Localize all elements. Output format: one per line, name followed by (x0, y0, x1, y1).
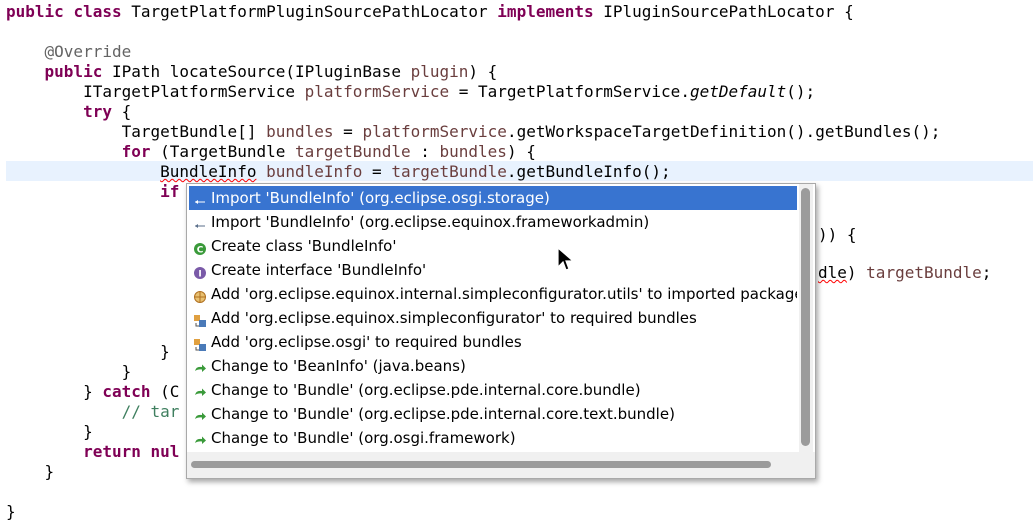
proposal-label: Change to 'BeanInfo' (java.beans) (211, 357, 466, 375)
proposal-item[interactable]: C Create class 'BundleInfo' (189, 234, 797, 258)
code-line: } (6, 502, 16, 521)
change-icon (193, 407, 207, 421)
code-line: return nul (83, 442, 180, 461)
code-line: if (160, 182, 180, 201)
interface-icon: I (193, 263, 207, 280)
proposal-label: Import 'BundleInfo' (org.eclipse.equinox… (211, 213, 650, 231)
code-line: try { (83, 102, 132, 121)
code-line: } (6, 422, 93, 441)
proposal-label: Add 'org.eclipse.osgi' to required bundl… (211, 333, 522, 351)
code-line: TargetBundle[] bundles = platformService… (6, 122, 941, 141)
horizontal-scrollbar[interactable] (187, 452, 799, 478)
change-icon (193, 383, 207, 397)
horizontal-scrollbar-thumb[interactable] (191, 461, 771, 468)
svg-text:I: I (198, 270, 201, 280)
proposal-item[interactable]: Add 'org.eclipse.equinox.internal.simple… (189, 282, 797, 306)
proposal-label: Change to 'Bundle' (org.osgi.framework) (211, 429, 516, 447)
code-line: } (6, 362, 132, 381)
change-icon (193, 359, 207, 373)
proposal-label: Create interface 'BundleInfo' (211, 261, 427, 279)
bundle-icon (193, 335, 207, 351)
import-icon (193, 215, 207, 229)
quick-fix-popup[interactable]: Import 'BundleInfo' (org.eclipse.osgi.st… (186, 183, 816, 479)
proposal-item[interactable]: I Create interface 'BundleInfo' (189, 258, 797, 282)
code-line: @Override (44, 42, 132, 61)
class-icon: C (193, 239, 207, 256)
vertical-scrollbar-thumb[interactable] (801, 188, 810, 446)
proposal-label: Change to 'Bundle' (org.eclipse.pde.inte… (211, 405, 675, 423)
import-icon (193, 191, 207, 205)
code-fragment-cast: dle) targetBundle; (818, 263, 992, 282)
proposal-item[interactable]: Change to 'Bundle' (org.osgi.framework) (189, 426, 797, 450)
proposal-item[interactable]: Import 'BundleInfo' (org.eclipse.osgi.st… (189, 186, 797, 210)
proposal-item[interactable]: Add 'org.eclipse.equinox.simpleconfigura… (189, 306, 797, 330)
code-fragment-brace: )) { (818, 225, 857, 244)
proposal-item[interactable]: Import 'BundleInfo' (org.eclipse.equinox… (189, 210, 797, 234)
code-line: for (TargetBundle targetBundle : bundles… (121, 142, 536, 161)
code-line: BundleInfo bundleInfo = targetBundle.get… (160, 162, 671, 181)
code-line: public IPath locateSource(IPluginBase pl… (44, 62, 498, 81)
vertical-scrollbar[interactable] (799, 184, 813, 452)
proposal-item[interactable]: Change to 'Bundle' (org.eclipse.pde.inte… (189, 402, 797, 426)
proposal-item[interactable]: Add 'org.eclipse.osgi' to required bundl… (189, 330, 797, 354)
proposal-label: Import 'BundleInfo' (org.eclipse.osgi.st… (211, 189, 550, 207)
proposal-label: Change to 'Bundle' (org.eclipse.pde.inte… (211, 381, 641, 399)
code-line: ITargetPlatformService platformService =… (6, 82, 816, 101)
scrollbar-corner (799, 452, 815, 478)
code-line: } catch (C (6, 382, 180, 401)
code-line: } (6, 462, 55, 481)
proposal-label: Create class 'BundleInfo' (211, 237, 397, 255)
quick-fix-list[interactable]: Import 'BundleInfo' (org.eclipse.osgi.st… (189, 186, 797, 450)
bundle-icon (193, 311, 207, 327)
proposal-label: Add 'org.eclipse.equinox.internal.simple… (211, 285, 797, 303)
proposal-item[interactable]: Change to 'BeanInfo' (java.beans) (189, 354, 797, 378)
proposal-label: Add 'org.eclipse.equinox.simpleconfigura… (211, 309, 697, 327)
package-icon (193, 287, 207, 303)
proposal-item[interactable]: Change to 'Bundle' (org.eclipse.pde.inte… (189, 378, 797, 402)
code-line: // tar (121, 402, 180, 421)
code-line: } (6, 342, 170, 361)
code-line: public class TargetPlatformPluginSourceP… (6, 2, 854, 21)
change-icon (193, 431, 207, 445)
svg-text:C: C (197, 246, 204, 256)
mouse-pointer-icon (557, 247, 575, 271)
